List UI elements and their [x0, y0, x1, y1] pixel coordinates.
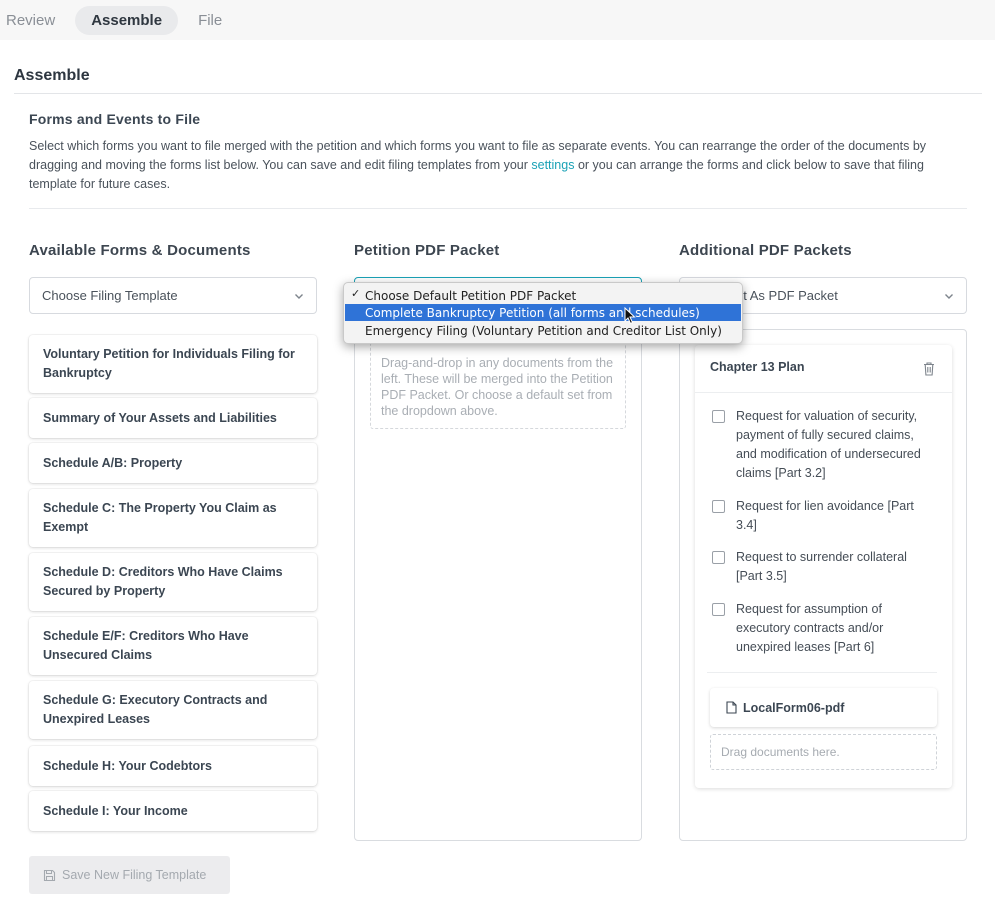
list-item[interactable]: Schedule A/B: Property: [29, 443, 317, 483]
form-label: Schedule D: Creditors Who Have Claims Se…: [43, 565, 283, 598]
checkbox[interactable]: [712, 603, 725, 616]
chapter-13-plan-card: Chapter 13 Plan Request for valuation of…: [695, 345, 952, 788]
divider: [695, 392, 952, 393]
checkbox[interactable]: [712, 551, 725, 564]
form-label: Schedule A/B: Property: [43, 455, 183, 470]
form-label: Schedule H: Your Codebtors: [43, 758, 213, 773]
top-tab-bar: Review Assemble File: [0, 0, 995, 40]
checkbox[interactable]: [712, 410, 725, 423]
form-label: Schedule C: The Property You Claim as Ex…: [43, 501, 277, 534]
additional-packets-title: Additional PDF Packets: [679, 242, 852, 259]
list-item[interactable]: Schedule G: Executory Contracts and Unex…: [29, 681, 317, 739]
dropdown-option-label: Choose Default Petition PDF Packet: [365, 288, 577, 303]
settings-link[interactable]: settings: [531, 158, 574, 172]
form-label: Voluntary Petition for Individuals Filin…: [43, 347, 295, 380]
document-item[interactable]: LocalForm06-pdf: [710, 688, 937, 727]
plan-title: Chapter 13 Plan: [710, 360, 805, 374]
chevron-down-icon: [295, 294, 303, 299]
plan-option-label: Request to surrender collateral [Part 3.…: [736, 550, 907, 583]
document-name: LocalForm06-pdf: [743, 700, 845, 715]
plan-option-label: Request for valuation of security, payme…: [736, 409, 921, 480]
plan-dropzone[interactable]: Drag documents here.: [710, 734, 937, 770]
dropdown-option[interactable]: Complete Bankruptcy Petition (all forms …: [345, 304, 741, 321]
form-label: Schedule E/F: Creditors Who Have Unsecur…: [43, 629, 249, 662]
petition-packet-dropdown-menu: ✓ Choose Default Petition PDF Packet Com…: [343, 282, 743, 344]
divider: [707, 672, 937, 673]
filing-template-value: Choose Filing Template: [42, 288, 178, 303]
plan-option-label: Request for assumption of executory cont…: [736, 602, 884, 654]
list-item[interactable]: Schedule E/F: Creditors Who Have Unsecur…: [29, 617, 317, 675]
tab-review[interactable]: Review: [0, 6, 71, 35]
available-forms-list: Voluntary Petition for Individuals Filin…: [24, 330, 322, 836]
trash-icon[interactable]: [922, 361, 936, 377]
tab-file[interactable]: File: [182, 6, 238, 35]
section-description: Select which forms you want to file merg…: [29, 137, 964, 194]
petition-packet-title: Petition PDF Packet: [354, 242, 500, 259]
list-item[interactable]: Schedule H: Your Codebtors: [29, 746, 317, 786]
list-item[interactable]: Schedule D: Creditors Who Have Claims Se…: [29, 553, 317, 611]
save-button-label: Save New Filing Template: [62, 868, 207, 882]
plan-option-label: Request for lien avoidance [Part 3.4]: [736, 499, 914, 532]
dropdown-option-label: Complete Bankruptcy Petition (all forms …: [365, 305, 700, 320]
filing-template-select[interactable]: Choose Filing Template: [29, 277, 317, 314]
divider: [29, 208, 967, 209]
chevron-down-icon: [945, 294, 953, 299]
list-item[interactable]: Summary of Your Assets and Liabilities: [29, 398, 317, 438]
mouse-cursor-icon: [624, 307, 636, 325]
petition-dropzone[interactable]: Drag-and-drop in any documents from the …: [370, 342, 626, 429]
page-title: Assemble: [14, 67, 90, 84]
list-item[interactable]: Voluntary Petition for Individuals Filin…: [29, 335, 317, 393]
save-icon: [43, 869, 56, 881]
dropdown-option[interactable]: Emergency Filing (Voluntary Petition and…: [345, 322, 741, 339]
save-filing-template-button[interactable]: Save New Filing Template: [29, 856, 230, 894]
additional-packet-value: nt As PDF Packet: [736, 288, 838, 303]
checkmark-icon: ✓: [351, 287, 361, 300]
tab-assemble[interactable]: Assemble: [75, 5, 179, 35]
checkbox[interactable]: [712, 500, 725, 513]
form-label: Schedule I: Your Income: [43, 803, 188, 818]
divider: [14, 93, 982, 94]
form-label: Schedule G: Executory Contracts and Unex…: [43, 693, 268, 726]
list-item[interactable]: Schedule C: The Property You Claim as Ex…: [29, 489, 317, 547]
dropdown-option-label: Emergency Filing (Voluntary Petition and…: [365, 323, 722, 338]
available-forms-title: Available Forms & Documents: [29, 242, 251, 259]
list-item[interactable]: Schedule I: Your Income: [29, 791, 317, 831]
section-title: Forms and Events to File: [29, 111, 201, 127]
document-icon: [726, 701, 737, 714]
form-label: Summary of Your Assets and Liabilities: [43, 410, 277, 425]
dropdown-option[interactable]: ✓ Choose Default Petition PDF Packet: [345, 287, 741, 304]
